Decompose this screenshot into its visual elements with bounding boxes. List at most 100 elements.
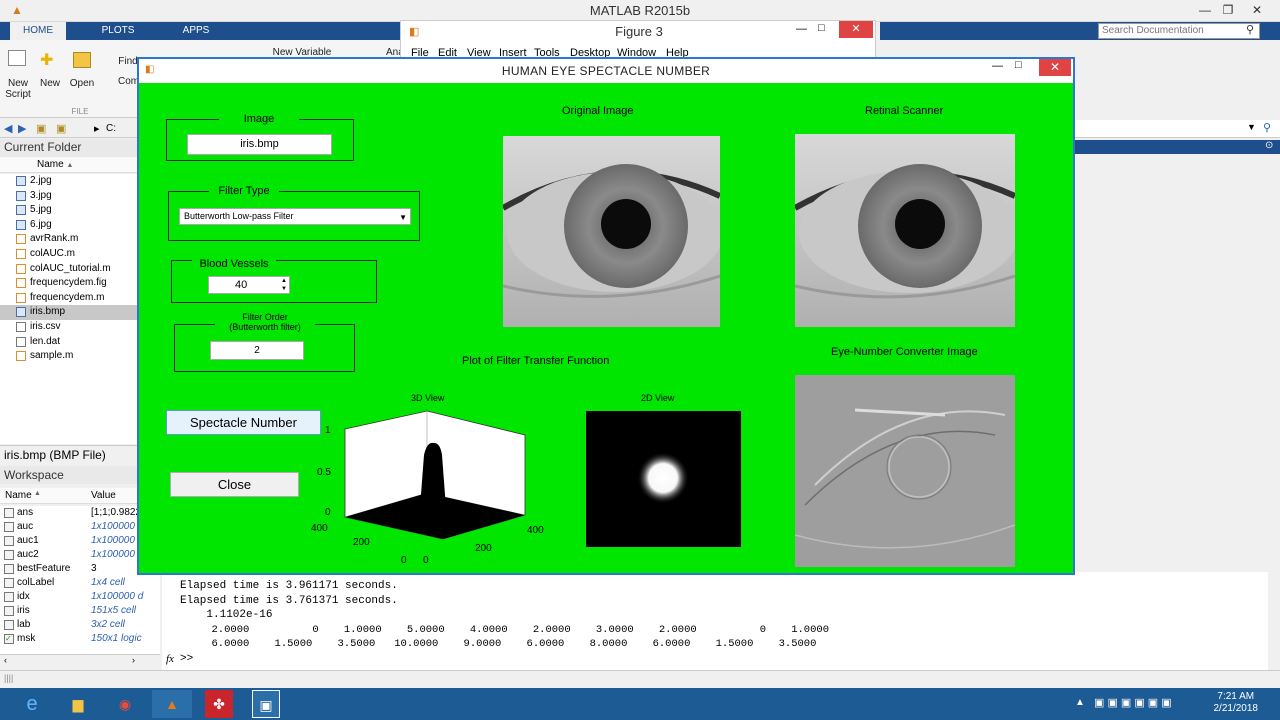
gui-close-icon[interactable]: ✕ <box>1039 59 1071 76</box>
folder-open-icon <box>73 52 91 68</box>
workspace-row[interactable]: colLabel 1x4 cell <box>0 576 160 590</box>
path-dropdown-icon[interactable]: ▼ <box>1247 122 1256 132</box>
gui-minimize-icon[interactable]: — <box>992 60 1003 72</box>
command-prompt[interactable]: >> <box>180 653 193 665</box>
file-item[interactable]: 5.jpg <box>0 203 137 218</box>
workspace-hscrollbar[interactable]: ‹ › <box>0 654 160 668</box>
fx-icon[interactable]: fx <box>166 653 174 665</box>
workspace-row[interactable]: bestFeature 3 <box>0 562 160 576</box>
minimize-icon[interactable]: — <box>1194 2 1216 18</box>
spinner-arrows-icon[interactable]: ▲ ▼ <box>281 277 287 293</box>
file-details: iris.bmp (BMP File) <box>0 445 137 463</box>
path-field[interactable]: ▼ ⚲ <box>1075 120 1280 138</box>
workspace-name-column[interactable]: Name <box>5 490 32 501</box>
new-button[interactable]: New <box>38 78 62 89</box>
workspace-row[interactable]: ans [1;1;0.9822 <box>0 506 160 520</box>
find-files-button[interactable]: Find <box>118 56 138 67</box>
workspace-value-column[interactable]: Value <box>91 490 116 501</box>
file-item[interactable]: len.dat <box>0 335 137 350</box>
file-explorer-icon[interactable]: ▆ <box>58 690 98 718</box>
panel-menu-icon[interactable]: ⊙ <box>1265 140 1273 151</box>
scroll-left-icon[interactable]: ‹ <box>4 655 7 665</box>
workspace-row[interactable]: idx 1x100000 d <box>0 590 160 604</box>
var-name: msk <box>17 633 36 644</box>
figure3-close-icon[interactable]: ✕ <box>839 21 873 38</box>
y-tick: 200 <box>475 543 492 554</box>
figure3-window: Figure 3 ◧ — □ ✕ File Edit View Insert T… <box>400 20 876 60</box>
workspace-row[interactable]: ✓ msk 150x1 logic <box>0 632 160 646</box>
current-folder-name-column[interactable]: Name ▲ <box>0 157 137 173</box>
file-item[interactable]: colAUC.m <box>0 247 137 262</box>
file-name: colAUC.m <box>30 248 76 259</box>
search-icon[interactable]: ⚲ <box>1246 23 1254 36</box>
close-button[interactable]: Close <box>170 472 299 497</box>
matlab-taskbar-icon[interactable]: ▲ <box>152 690 192 718</box>
close-icon[interactable]: ✕ <box>1246 2 1268 18</box>
variable-icon <box>4 536 14 546</box>
system-clock[interactable]: 7:21 AM 2/21/2018 <box>1214 691 1259 715</box>
show-hidden-icons[interactable]: ▲ <box>1075 697 1085 708</box>
search-documentation-input[interactable]: Search Documentation <box>1098 23 1260 39</box>
acrobat-icon[interactable]: ✤ <box>205 690 233 718</box>
blood-vessels-spinner[interactable]: 40 ▲ ▼ <box>208 276 290 294</box>
figure3-maximize-icon[interactable]: □ <box>818 22 825 34</box>
file-item[interactable]: colAUC_tutorial.m <box>0 262 137 277</box>
file-item[interactable]: avrRank.m <box>0 232 137 247</box>
original-eye-image <box>503 136 720 327</box>
tab-plots[interactable]: PLOTS <box>90 22 146 40</box>
path-search-icon[interactable]: ⚲ <box>1263 121 1271 134</box>
tab-apps[interactable]: APPS <box>168 22 224 40</box>
file-item[interactable]: iris.csv <box>0 320 137 335</box>
command-scrollbar[interactable] <box>1268 572 1280 670</box>
blood-vessels-panel: Blood Vessels 40 ▲ ▼ <box>171 258 377 303</box>
command-window[interactable]: Elapsed time is 3.961171 seconds. Elapse… <box>162 572 1272 670</box>
file-name: 2.jpg <box>30 175 52 186</box>
workspace-row[interactable]: iris 151x5 cell <box>0 604 160 618</box>
workspace-row[interactable]: lab 3x2 cell <box>0 618 160 632</box>
y-tick: 400 <box>527 525 544 536</box>
tab-home[interactable]: HOME <box>10 22 66 40</box>
image-file-field[interactable]: iris.bmp <box>187 134 332 155</box>
tray-icons[interactable]: ▣ ▣ ▣ ▣ ▣ ▣ <box>1094 696 1172 709</box>
workspace-row[interactable]: auc 1x100000 <box>0 520 160 534</box>
x-tick: 0 <box>401 555 407 566</box>
gui-taskbar-icon[interactable]: ▣ <box>252 690 280 718</box>
image-panel: Image iris.bmp <box>166 113 354 161</box>
current-path[interactable]: C: <box>106 123 116 134</box>
file-item[interactable]: sample.m <box>0 349 137 364</box>
filter-type-select[interactable]: Butterworth Low-pass Filter ▼ <box>179 208 411 225</box>
m-file-icon <box>16 234 26 245</box>
scroll-right-icon[interactable]: › <box>132 655 135 665</box>
chrome-icon[interactable]: ◉ <box>105 690 145 718</box>
file-item[interactable]: frequencydem.m <box>0 291 137 306</box>
filter-order-field[interactable]: 2 <box>210 341 304 360</box>
forward-icon[interactable]: ▶ <box>18 122 26 135</box>
path-arrow-icon: ▸ <box>94 123 100 135</box>
var-name: auc1 <box>17 535 39 546</box>
compare-button[interactable]: Com <box>118 76 139 87</box>
open-button[interactable]: Open <box>68 78 96 89</box>
file-item[interactable]: 2.jpg <box>0 174 137 189</box>
restore-icon[interactable]: ❐ <box>1217 2 1239 18</box>
workspace-row[interactable]: auc2 1x100000 <box>0 548 160 562</box>
file-item-selected[interactable]: iris.bmp <box>0 305 137 320</box>
browse-folder-icon[interactable]: ▣ <box>56 122 66 135</box>
spectacle-number-button[interactable]: Spectacle Number <box>166 410 321 435</box>
file-item[interactable]: 3.jpg <box>0 189 137 204</box>
file-name: frequencydem.fig <box>30 277 107 289</box>
x-tick: 200 <box>353 537 370 548</box>
image-file-icon <box>16 205 26 216</box>
blood-vessels-title: Blood Vessels <box>192 258 276 270</box>
figure3-minimize-icon[interactable]: — <box>796 23 807 35</box>
gui-maximize-icon[interactable]: □ <box>1015 59 1022 71</box>
file-item[interactable]: frequencydem.fig <box>0 276 137 291</box>
plot-3d-view: 1 0.5 0 400 200 0 0 200 400 <box>311 410 544 566</box>
internet-explorer-icon[interactable]: e <box>12 690 52 718</box>
up-folder-icon[interactable]: ▣ <box>36 122 46 135</box>
chevron-down-icon[interactable]: ▼ <box>399 210 407 225</box>
var-value: 1x4 cell <box>91 577 125 588</box>
file-item[interactable]: 6.jpg <box>0 218 137 233</box>
workspace-row[interactable]: auc1 1x100000 <box>0 534 160 548</box>
new-script-button[interactable]: New Script <box>4 78 32 100</box>
back-icon[interactable]: ◀ <box>4 122 12 135</box>
